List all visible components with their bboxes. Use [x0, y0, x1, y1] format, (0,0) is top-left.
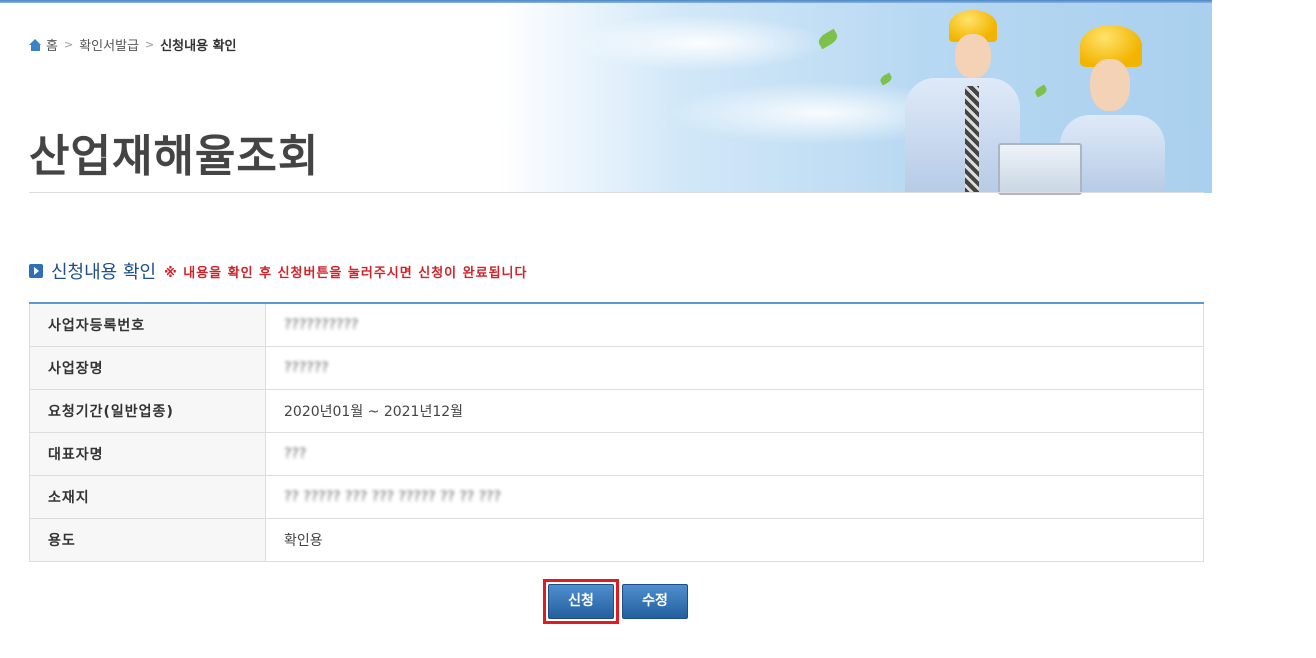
page-title: 산업재해율조회 [29, 131, 320, 182]
home-icon[interactable] [29, 38, 42, 51]
row-label: 용도 [29, 518, 266, 562]
leaf-decoration [1033, 84, 1049, 98]
notice-text: ※ 내용을 확인 후 신청버튼을 눌러주시면 신청이 완료됩니다 [164, 265, 528, 281]
row-label: 사업장명 [29, 346, 266, 390]
redacted-value: ??? [284, 446, 307, 462]
chevron-right-icon: > [63, 38, 74, 51]
breadcrumb-level1[interactable]: 확인서발급 [79, 35, 139, 54]
table-row: 요청기간(일반업종) 2020년01월 ~ 2021년12월 [29, 389, 1204, 433]
table-row: 소재지 ?? ????? ??? ??? ????? ?? ?? ??? [29, 475, 1204, 519]
table-row: 대표자명 ??? [29, 432, 1204, 476]
leaf-decoration [816, 28, 840, 50]
table-row: 용도 확인용 [29, 518, 1204, 562]
row-label: 대표자명 [29, 432, 266, 476]
row-value: 확인용 [265, 518, 1204, 562]
row-value: ?? ????? ??? ??? ????? ?? ?? ??? [265, 475, 1204, 519]
redacted-value: ?????? [284, 360, 329, 376]
application-info-table: 사업자등록번호 ?????????? 사업장명 ?????? 요청기간(일반업종… [29, 302, 1204, 562]
redacted-value: ?? ????? ??? ??? ????? ?? ?? ??? [284, 489, 501, 505]
apply-button-highlight: 신청 [543, 579, 619, 624]
section-header: 신청내용 확인 ※ 내용을 확인 후 신청버튼을 눌러주시면 신청이 완료됩니다 [29, 258, 527, 284]
action-buttons: 신청 수정 [543, 579, 688, 624]
row-value: ?????????? [265, 302, 1204, 347]
table-row: 사업자등록번호 ?????????? [29, 302, 1204, 347]
play-icon [29, 264, 43, 278]
leaf-decoration [878, 72, 894, 86]
row-value: ??? [265, 432, 1204, 476]
row-label: 사업자등록번호 [29, 302, 266, 347]
banner-image [500, 3, 1212, 195]
row-value: ?????? [265, 346, 1204, 390]
redacted-value: ?????????? [284, 317, 359, 333]
table-row: 사업장명 ?????? [29, 346, 1204, 390]
edit-button[interactable]: 수정 [622, 584, 688, 619]
section-title: 신청내용 확인 [51, 262, 157, 283]
apply-button[interactable]: 신청 [548, 584, 614, 619]
row-label: 요청기간(일반업종) [29, 389, 266, 433]
row-label: 소재지 [29, 475, 266, 519]
breadcrumb-home[interactable]: 홈 [46, 35, 58, 54]
breadcrumb: 홈 > 확인서발급 > 신청내용 확인 [29, 35, 237, 54]
divider [29, 192, 1204, 193]
chevron-right-icon: > [145, 38, 155, 51]
breadcrumb-current: 신청내용 확인 [160, 39, 237, 54]
row-value: 2020년01월 ~ 2021년12월 [265, 389, 1204, 433]
